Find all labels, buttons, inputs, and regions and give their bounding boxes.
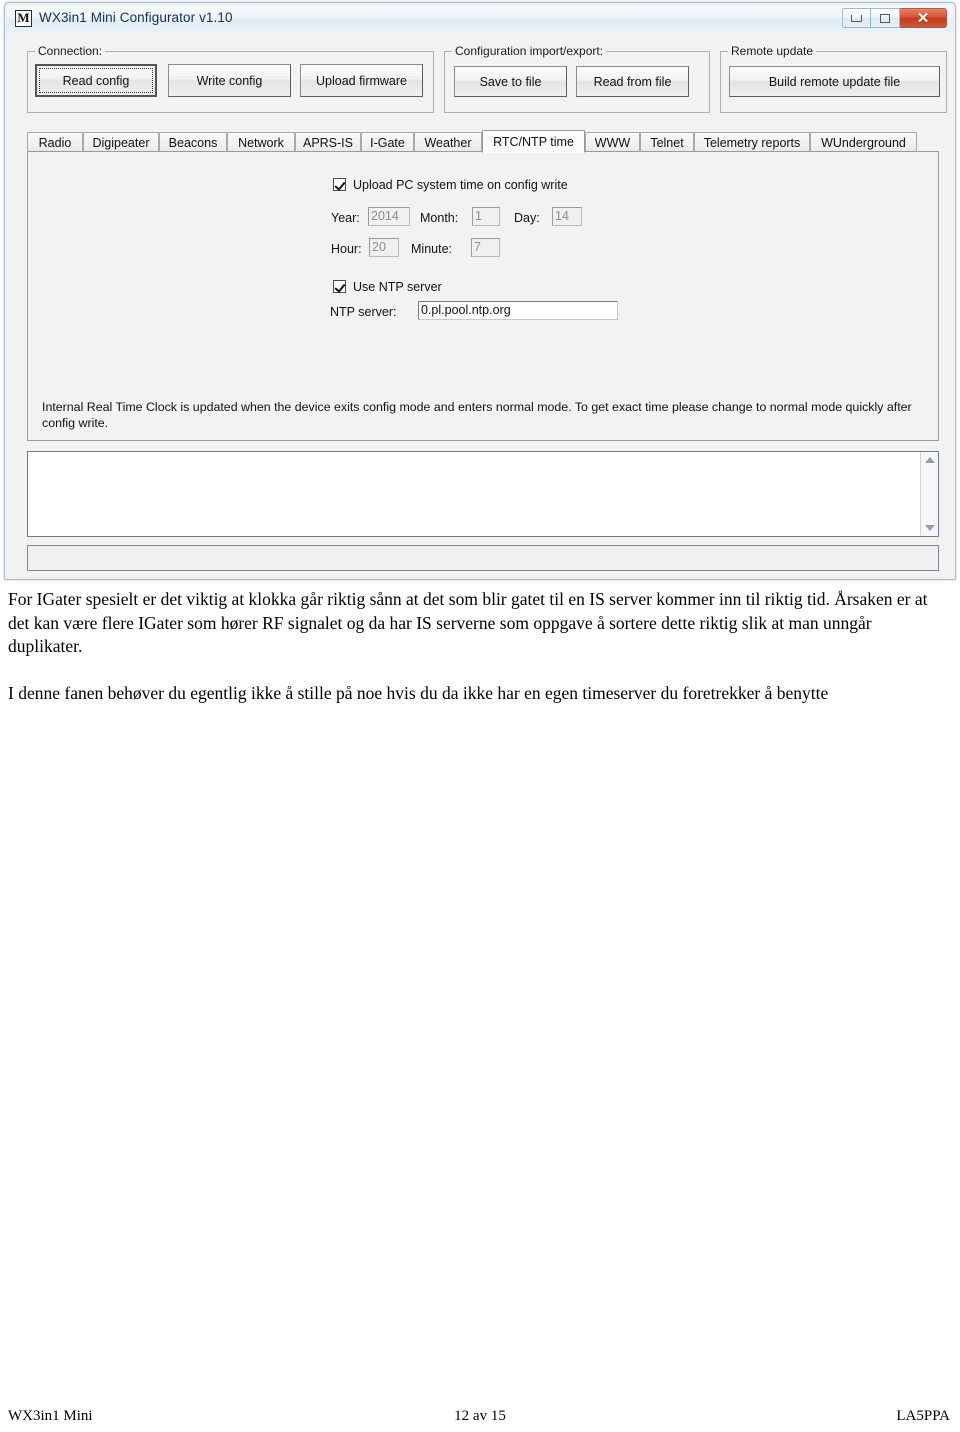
maximize-icon xyxy=(880,13,890,23)
upload-pc-time-label: Upload PC system time on config write xyxy=(353,178,568,192)
tab-i-gate-label: I-Gate xyxy=(370,135,405,150)
log-scrollbar[interactable] xyxy=(920,452,938,536)
ntp-server-input[interactable]: 0.pl.pool.ntp.org xyxy=(418,301,618,320)
focus-indicator xyxy=(39,68,153,93)
tab-telnet[interactable]: Telnet xyxy=(640,132,694,152)
tab-radio[interactable]: Radio xyxy=(27,132,83,152)
write-config-button[interactable]: Write config xyxy=(168,64,291,97)
tab-www[interactable]: WWW xyxy=(585,132,640,152)
window-client-area: Connection: Read config Write config Upl… xyxy=(7,33,953,577)
tab-radio-label: Radio xyxy=(38,135,72,150)
tab-digipeater-label: Digipeater xyxy=(92,135,150,150)
footer-left: WX3in1 Mini xyxy=(8,1408,93,1424)
year-input[interactable]: 2014 xyxy=(368,207,410,226)
tab-digipeater[interactable]: Digipeater xyxy=(83,132,159,152)
build-remote-update-file-button[interactable]: Build remote update file xyxy=(729,66,940,97)
status-bar xyxy=(27,545,939,571)
log-textarea[interactable] xyxy=(27,451,939,537)
rtc-info-text: Internal Real Time Clock is updated when… xyxy=(42,400,912,430)
tab-telemetry-reports-label: Telemetry reports xyxy=(703,135,801,150)
ntp-server-label: NTP server: xyxy=(330,305,397,319)
tab-rtc-ntp-time[interactable]: RTC/NTP time xyxy=(482,130,585,153)
minute-label: Minute: xyxy=(411,242,452,256)
read-from-file-button[interactable]: Read from file xyxy=(576,66,689,97)
remote-update-group-title: Remote update xyxy=(728,44,817,58)
tab-beacons-label: Beacons xyxy=(168,135,218,150)
year-label: Year: xyxy=(331,211,360,225)
minimize-button[interactable] xyxy=(842,8,871,28)
day-input[interactable]: 14 xyxy=(552,207,582,226)
tab-www-label: WWW xyxy=(594,135,631,150)
tab-network[interactable]: Network xyxy=(227,132,295,152)
tab-aprs-is[interactable]: APRS-IS xyxy=(295,132,361,152)
scroll-down-icon[interactable] xyxy=(924,525,935,531)
app-icon: M xyxy=(15,10,32,27)
tab-wunderground-label: WUnderground xyxy=(821,135,906,150)
maximize-button[interactable] xyxy=(871,8,900,28)
page-root: M WX3in1 Mini Configurator v1.10 ✕ Conne… xyxy=(0,0,960,1432)
month-label: Month: xyxy=(420,211,459,225)
upload-pc-time-checkbox[interactable] xyxy=(333,178,346,191)
window-controls: ✕ xyxy=(842,8,947,28)
window-title: WX3in1 Mini Configurator v1.10 xyxy=(39,10,233,25)
hour-label: Hour: xyxy=(331,242,362,256)
scroll-up-icon[interactable] xyxy=(924,457,935,463)
hour-input[interactable]: 20 xyxy=(369,238,399,257)
upload-firmware-label: Upload firmware xyxy=(315,73,407,88)
tab-strip: Radio Digipeater Beacons Network APRS-IS… xyxy=(27,130,939,153)
footer-right: LA5PPA xyxy=(896,1408,950,1424)
connection-group: Connection: Read config Write config Upl… xyxy=(27,44,434,113)
write-config-label: Write config xyxy=(196,73,263,88)
connection-group-title: Connection: xyxy=(35,44,106,58)
tab-weather-label: Weather xyxy=(424,135,472,150)
close-button[interactable]: ✕ xyxy=(900,8,947,28)
save-to-file-button[interactable]: Save to file xyxy=(454,66,567,97)
document-body: For IGater spesielt er det viktig at klo… xyxy=(0,588,960,705)
tab-telemetry-reports[interactable]: Telemetry reports xyxy=(694,132,810,152)
close-icon: ✕ xyxy=(916,9,930,27)
read-config-button[interactable]: Read config xyxy=(35,64,157,97)
tab-i-gate[interactable]: I-Gate xyxy=(361,132,414,152)
tab-telnet-label: Telnet xyxy=(650,135,684,150)
tab-rtc-ntp-time-label: RTC/NTP time xyxy=(493,134,574,149)
tab-wunderground[interactable]: WUnderground xyxy=(810,132,917,152)
tab-network-label: Network xyxy=(238,135,284,150)
minimize-icon xyxy=(851,14,862,22)
configurator-window: M WX3in1 Mini Configurator v1.10 ✕ Conne… xyxy=(4,2,956,580)
use-ntp-server-checkbox[interactable] xyxy=(333,280,346,293)
config-import-export-group: Configuration import/export: Save to fil… xyxy=(444,44,710,113)
day-label: Day: xyxy=(514,211,540,225)
minute-input[interactable]: 7 xyxy=(471,238,500,257)
body-paragraph-1: For IGater spesielt er det viktig at klo… xyxy=(8,589,928,656)
config-import-export-group-title: Configuration import/export: xyxy=(452,44,607,58)
build-remote-update-file-label: Build remote update file xyxy=(768,74,901,89)
read-from-file-label: Read from file xyxy=(593,74,672,89)
remote-update-group: Remote update Build remote update file xyxy=(720,44,947,113)
title-bar[interactable]: M WX3in1 Mini Configurator v1.10 ✕ xyxy=(7,5,953,34)
tab-aprs-is-label: APRS-IS xyxy=(302,135,353,150)
footer-center: 12 av 15 xyxy=(454,1408,506,1424)
tab-beacons[interactable]: Beacons xyxy=(159,132,227,152)
rtc-ntp-tab-page: Upload PC system time on config write Ye… xyxy=(27,151,939,441)
upload-firmware-button[interactable]: Upload firmware xyxy=(300,64,423,97)
body-paragraph-2: I denne fanen behøver du egentlig ikke å… xyxy=(8,682,829,703)
month-input[interactable]: 1 xyxy=(472,207,500,226)
window-inner: M WX3in1 Mini Configurator v1.10 ✕ Conne… xyxy=(7,5,953,577)
save-to-file-label: Save to file xyxy=(479,74,542,89)
tab-weather[interactable]: Weather xyxy=(414,132,482,152)
use-ntp-server-label: Use NTP server xyxy=(353,280,442,294)
